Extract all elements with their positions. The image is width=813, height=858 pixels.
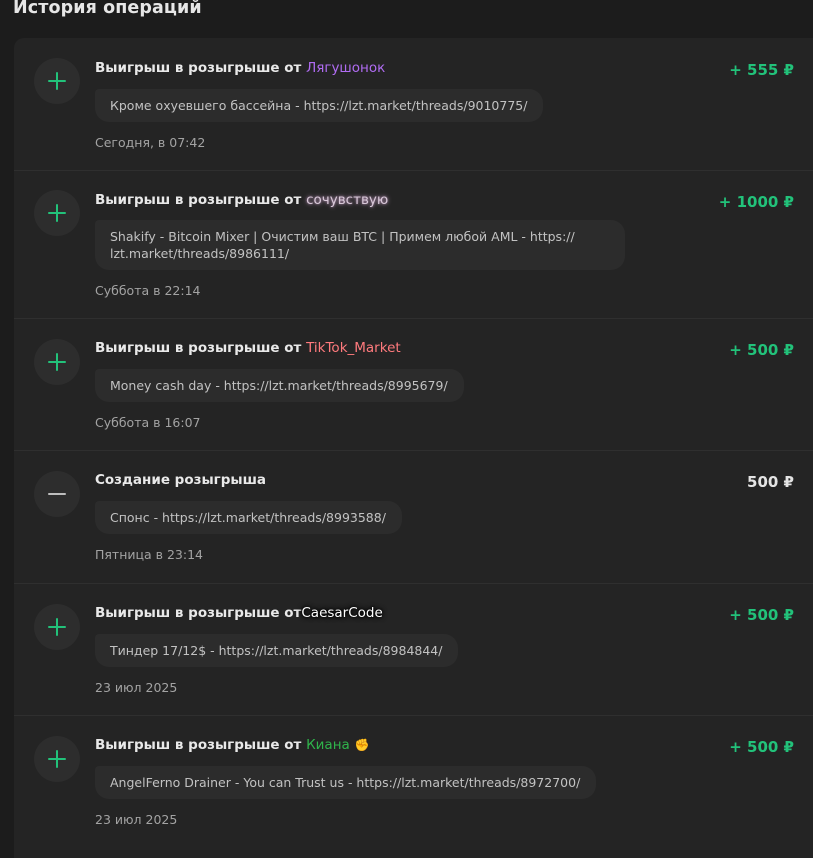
operation-comment[interactable]: Кроме охуевшего бассейна - https://lzt.m… — [95, 89, 544, 122]
operation-comment[interactable]: Money cash day - https://lzt.market/thre… — [95, 369, 464, 402]
operation-title: Выигрыш в розыгрыше от сочувствую — [95, 192, 388, 208]
operation-comment[interactable]: Shakify - Bitcoin Mixer | Очистим ваш BT… — [95, 220, 625, 270]
plus-icon — [34, 58, 80, 104]
operation-date: Пятница в 23:14 — [95, 547, 204, 562]
operation-comment[interactable]: Спонс - https://lzt.market/threads/89935… — [95, 501, 402, 534]
operation-item: Выигрыш в розыгрыше от Киана ✊ + 500 ₽ An… — [14, 716, 813, 856]
operation-title: Выигрыш в розыгрыше от Киана ✊ — [95, 737, 370, 753]
plus-icon — [34, 736, 80, 782]
operation-amount: + 555 ₽ — [729, 61, 794, 79]
operation-date: Суббота в 22:14 — [95, 283, 201, 298]
operation-date: 23 июл 2025 — [95, 680, 178, 695]
fist-icon: ✊ — [354, 738, 370, 752]
operation-amount: 500 ₽ — [747, 473, 794, 491]
plus-icon — [34, 190, 80, 236]
comment-line: lzt.market/threads/8986111/ — [110, 246, 290, 261]
user-link[interactable]: сочувствую — [306, 192, 388, 208]
operation-amount: + 1000 ₽ — [718, 193, 794, 211]
operation-comment[interactable]: Тиндер 17/12$ - https://lzt.market/threa… — [95, 634, 459, 667]
operation-item: Выигрыш в розыгрыше от сочувствую + 1000… — [14, 170, 813, 319]
user-link[interactable]: Киана — [306, 737, 350, 753]
operation-title-text: Выигрыш в розыгрыше от — [95, 192, 302, 208]
operation-title-text: Выигрыш в розыгрыше от — [95, 605, 302, 621]
user-link[interactable]: CaesarCode — [301, 605, 382, 621]
operation-comment[interactable]: AngelFerno Drainer - You can Trust us - … — [95, 766, 597, 799]
operation-title-text: Выигрыш в розыгрыше от — [95, 340, 302, 356]
operation-amount: + 500 ₽ — [729, 606, 794, 624]
plus-icon — [34, 339, 80, 385]
operation-date: Сегодня, в 07:42 — [95, 135, 206, 150]
operation-item: Выигрыш в розыгрыше от TikTok_Market + 5… — [14, 319, 813, 451]
operation-title: Выигрыш в розыгрыше от Лягушонок — [95, 60, 385, 76]
operation-title: Выигрыш в розыгрыше от TikTok_Market — [95, 340, 401, 356]
operation-title: Создание розыгрыша — [95, 472, 266, 488]
user-link[interactable]: TikTok_Market — [306, 340, 401, 356]
operation-date: 23 июл 2025 — [95, 812, 178, 827]
operation-item: Создание розыгрыша 500 ₽ Спонс - https:/… — [14, 451, 813, 584]
plus-icon — [34, 604, 80, 650]
user-link[interactable]: Лягушонок — [306, 60, 385, 76]
page-title: История операций — [13, 0, 202, 18]
operation-amount: + 500 ₽ — [729, 341, 794, 359]
operation-title-text: Создание розыгрыша — [95, 472, 267, 488]
operation-title-text: Выигрыш в розыгрыше от — [95, 60, 302, 76]
operation-title-text: Выигрыш в розыгрыше от — [95, 737, 302, 753]
operation-item: Выигрыш в розыгрыше отCaesarCode + 500 ₽… — [14, 584, 813, 716]
minus-icon — [34, 471, 80, 517]
operation-amount: + 500 ₽ — [729, 738, 794, 756]
operation-item: Выигрыш в розыгрыше от Лягушонок + 555 ₽… — [14, 38, 813, 171]
operations-list: Выигрыш в розыгрыше от Лягушонок + 555 ₽… — [14, 38, 813, 858]
comment-line: Shakify - Bitcoin Mixer | Очистим ваш BT… — [110, 229, 575, 244]
operation-date: Суббота в 16:07 — [95, 415, 201, 430]
operation-title: Выигрыш в розыгрыше отCaesarCode — [95, 605, 383, 621]
